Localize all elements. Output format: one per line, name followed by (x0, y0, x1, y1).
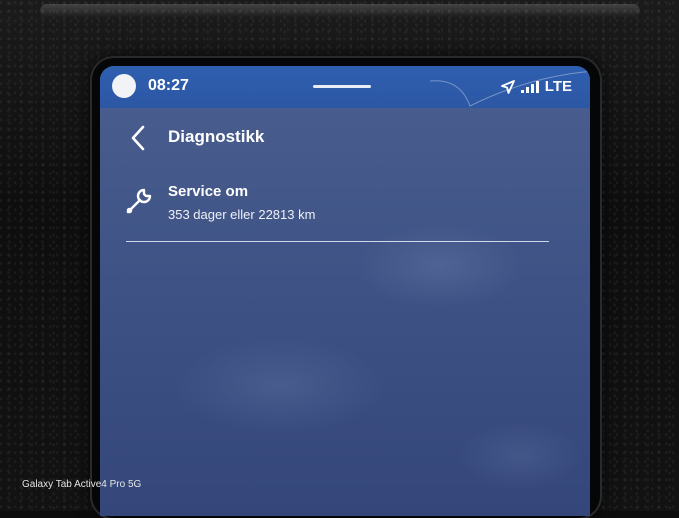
avatar-icon[interactable] (112, 74, 136, 98)
service-item[interactable]: Service om 353 dager eller 22813 km (122, 180, 562, 230)
chevron-left-icon (131, 125, 145, 151)
status-bar: 08:27 LTE (100, 66, 590, 108)
infotainment-screen: 08:27 LTE Diagnostikk Service om 353 dag… (100, 66, 590, 516)
dashboard-frame: 08:27 LTE Diagnostikk Service om 353 dag… (0, 0, 679, 518)
status-clock: 08:27 (148, 77, 189, 94)
drag-handle[interactable] (313, 85, 371, 88)
camera-watermark: Galaxy Tab Active4 Pro 5G (22, 479, 142, 490)
divider (126, 241, 549, 242)
service-title: Service om (168, 183, 249, 200)
frame-reflection (40, 4, 640, 18)
page-title: Diagnostikk (168, 127, 265, 146)
service-detail: 353 dager eller 22813 km (168, 207, 316, 222)
page-header: Diagnostikk (100, 116, 590, 160)
back-button[interactable] (124, 122, 152, 154)
wrench-icon (126, 188, 152, 214)
